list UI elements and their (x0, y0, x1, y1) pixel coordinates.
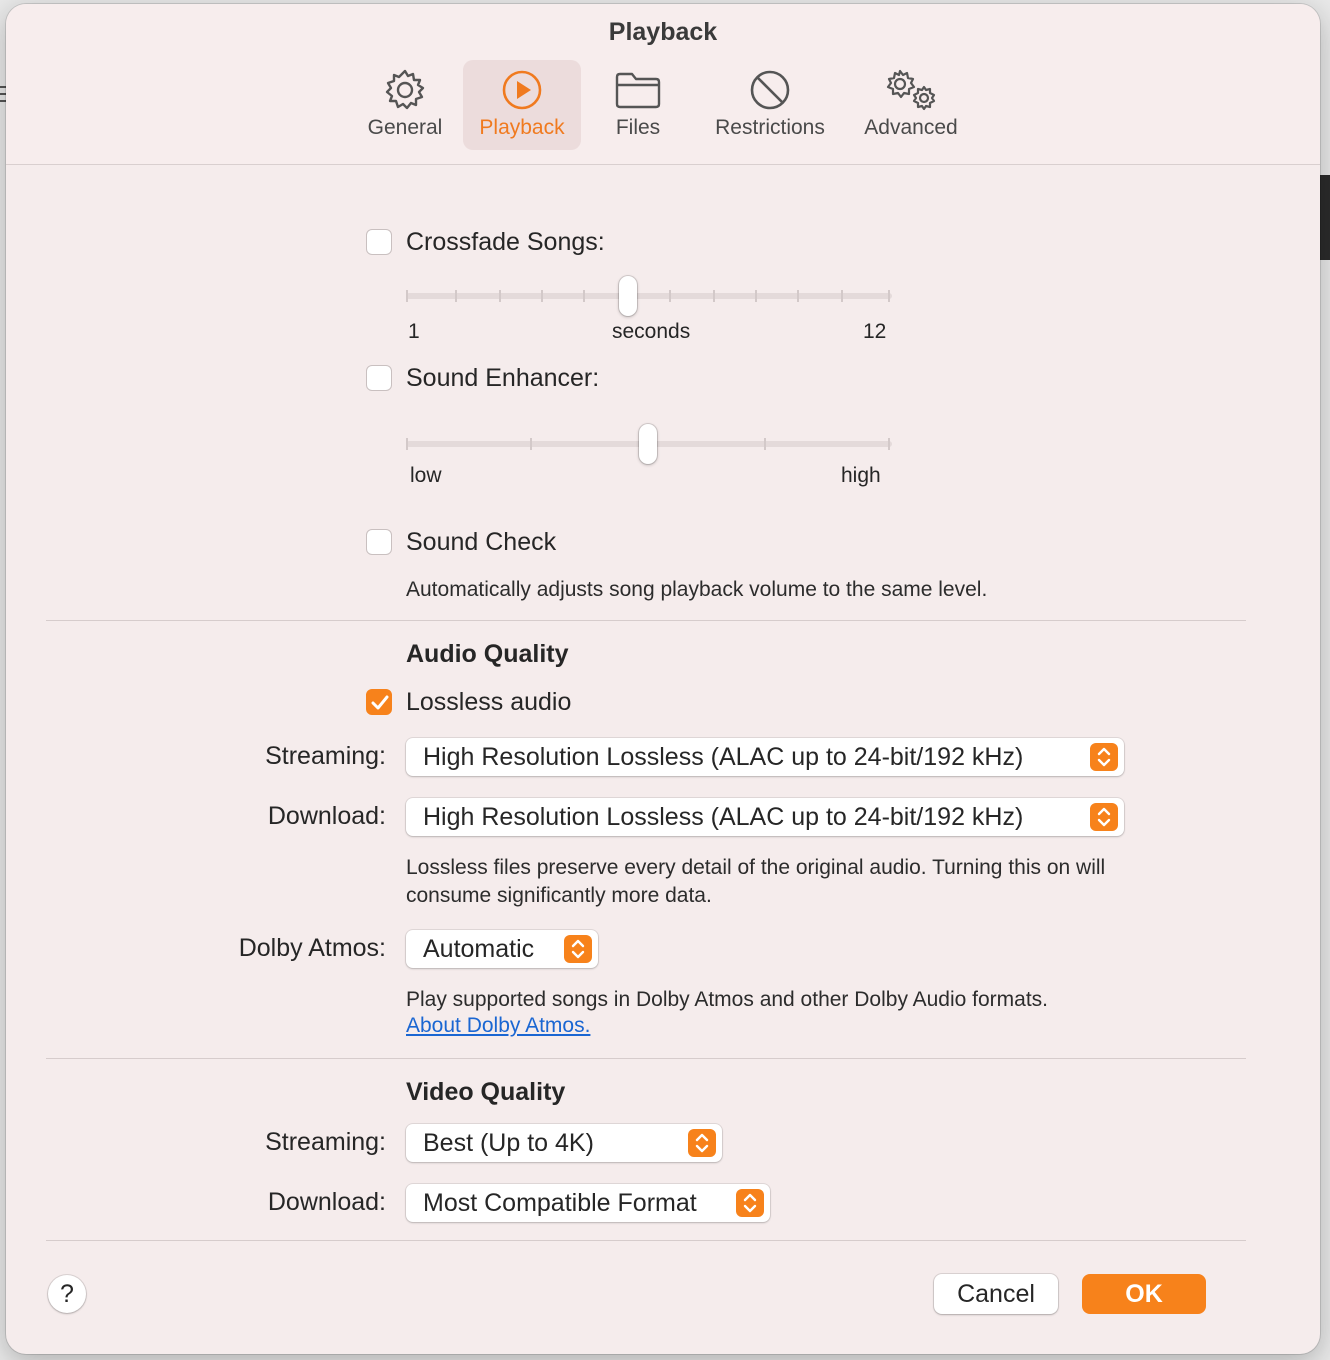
ok-button[interactable]: OK (1082, 1274, 1206, 1314)
sound-enhancer-slider-thumb[interactable] (639, 424, 657, 464)
sound-enhancer-low-label: low (410, 464, 442, 487)
gear-icon (385, 69, 425, 110)
tab-files[interactable]: Files (596, 60, 680, 150)
section-divider (46, 1240, 1246, 1241)
tab-advanced-label: Advanced (864, 116, 958, 139)
sound-check-label: Sound Check (406, 528, 557, 556)
tab-advanced[interactable]: Advanced (852, 60, 970, 150)
crossfade-unit-label: seconds (612, 320, 691, 343)
audio-streaming-label: Streaming: (265, 742, 386, 770)
video-download-value: Most Compatible Format (423, 1189, 697, 1217)
tab-restrictions-label: Restrictions (715, 116, 825, 139)
section-divider (46, 620, 1246, 621)
dolby-atmos-popup[interactable]: Automatic (406, 930, 598, 968)
updown-chevron-icon (564, 935, 592, 963)
video-quality-heading: Video Quality (406, 1078, 566, 1106)
crossfade-min-label: 1 (408, 320, 420, 343)
section-divider (46, 1058, 1246, 1059)
crossfade-slider-track[interactable] (406, 293, 892, 299)
cancel-button[interactable]: Cancel (934, 1274, 1058, 1314)
preferences-window: Playback General Playback Files Restrict… (6, 4, 1320, 1354)
video-download-label: Download: (267, 1188, 386, 1216)
window-title: Playback (608, 18, 718, 46)
crossfade-max-label: 12 (863, 320, 887, 343)
sound-check-checkbox[interactable] (366, 529, 392, 555)
sound-enhancer-checkbox[interactable] (366, 365, 392, 391)
audio-download-value: High Resolution Lossless (ALAC up to 24-… (423, 803, 1024, 831)
crossfade-slider-thumb[interactable] (619, 276, 637, 316)
gears-icon (886, 69, 936, 111)
sound-enhancer-label: Sound Enhancer: (406, 364, 600, 392)
dolby-atmos-description: Play supported songs in Dolby Atmos and … (406, 988, 1049, 1011)
prohibited-icon (750, 70, 790, 110)
audio-streaming-value: High Resolution Lossless (ALAC up to 24-… (423, 743, 1024, 771)
lossless-description: Lossless files preserve every detail of … (406, 856, 1106, 907)
tab-restrictions[interactable]: Restrictions (704, 60, 836, 150)
toolbar: Playback General Playback Files Restrict… (6, 4, 1320, 165)
updown-chevron-icon (1090, 803, 1118, 831)
about-dolby-atmos-link[interactable]: About Dolby Atmos. (406, 1014, 590, 1038)
lossless-audio-checkbox[interactable] (366, 689, 392, 715)
video-streaming-popup[interactable]: Best (Up to 4K) (406, 1124, 722, 1162)
audio-download-popup[interactable]: High Resolution Lossless (ALAC up to 24-… (406, 798, 1124, 836)
updown-chevron-icon (1090, 743, 1118, 771)
video-download-popup[interactable]: Most Compatible Format (406, 1184, 770, 1222)
video-streaming-value: Best (Up to 4K) (423, 1129, 594, 1157)
video-streaming-label: Streaming: (265, 1128, 386, 1156)
play-circle-icon (502, 70, 542, 110)
tab-playback-label: Playback (479, 116, 565, 139)
tab-playback[interactable]: Playback (463, 60, 581, 150)
folder-icon (615, 72, 661, 109)
tab-files-label: Files (615, 116, 661, 139)
checkmark-icon (371, 695, 389, 710)
updown-chevron-icon (688, 1129, 716, 1157)
tab-general[interactable]: General (354, 60, 456, 150)
help-button[interactable]: ? (48, 1275, 86, 1313)
audio-download-label: Download: (267, 802, 386, 830)
tab-general-label: General (367, 116, 443, 139)
dolby-atmos-label: Dolby Atmos: (238, 934, 386, 962)
sound-check-description: Automatically adjusts song playback volu… (406, 578, 988, 601)
audio-quality-heading: Audio Quality (406, 640, 569, 668)
dolby-atmos-value: Automatic (423, 935, 535, 963)
lossless-audio-label: Lossless audio (406, 688, 572, 716)
audio-streaming-popup[interactable]: High Resolution Lossless (ALAC up to 24-… (406, 738, 1124, 776)
crossfade-checkbox[interactable] (366, 229, 392, 255)
sound-enhancer-high-label: high (841, 464, 881, 487)
updown-chevron-icon (736, 1189, 764, 1217)
crossfade-label: Crossfade Songs: (406, 228, 605, 256)
